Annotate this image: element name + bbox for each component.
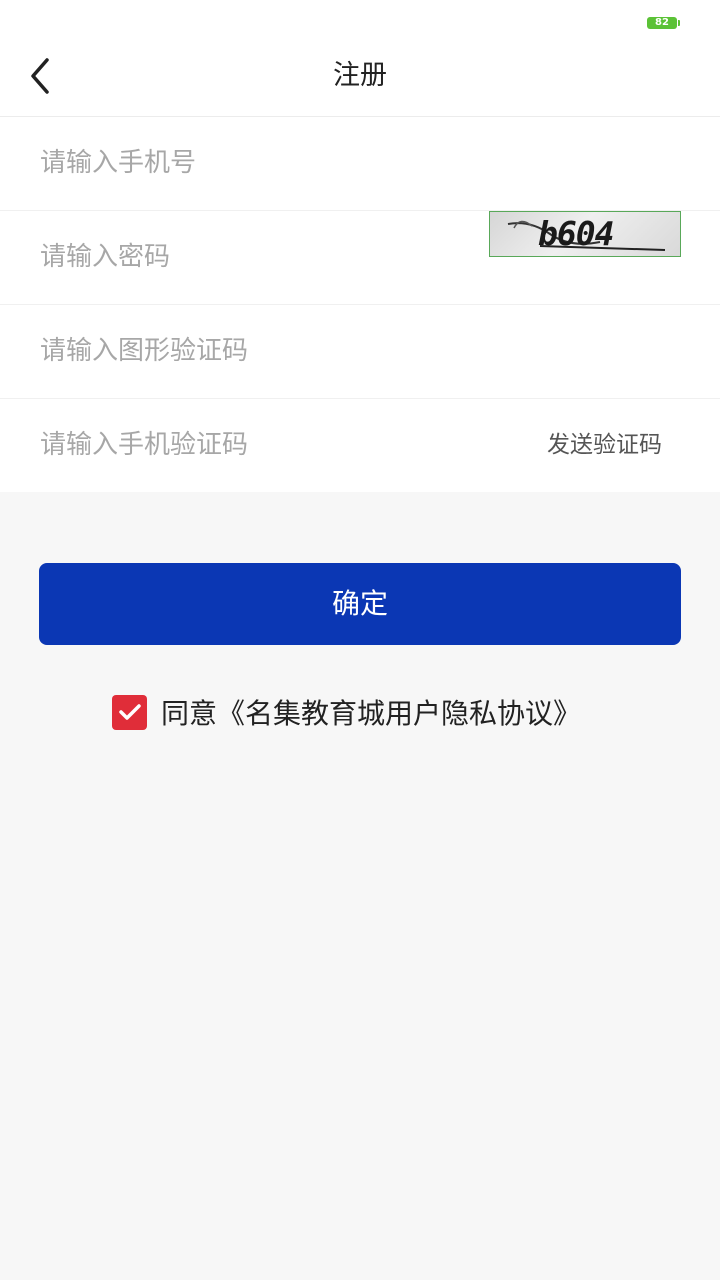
agreement-link[interactable]: 同意《名集教育城用户隐私协议》 <box>161 692 581 732</box>
captcha-input[interactable] <box>40 305 460 397</box>
status-bar: 82 <box>0 0 720 46</box>
phone-row <box>0 117 720 211</box>
sms-code-input[interactable] <box>40 399 460 491</box>
agreement-checkbox[interactable] <box>112 694 147 730</box>
password-input[interactable] <box>40 211 460 303</box>
nav-bar: 注册 <box>0 46 720 117</box>
sms-code-row: 发送验证码 <box>0 399 720 492</box>
page-title: 注册 <box>333 60 387 91</box>
captcha-image[interactable]: b604 <box>489 211 681 257</box>
send-code-button[interactable]: 发送验证码 <box>547 399 662 491</box>
captcha-text: b604 <box>538 214 614 253</box>
checkmark-icon <box>118 704 141 720</box>
confirm-button[interactable]: 确定 <box>39 563 681 645</box>
phone-input[interactable] <box>40 117 460 209</box>
captcha-row <box>0 305 720 399</box>
register-form: 发送验证码 <box>0 117 720 492</box>
agreement-row: 同意《名集教育城用户隐私协议》 <box>112 694 581 730</box>
battery-icon: 82 <box>647 17 680 29</box>
